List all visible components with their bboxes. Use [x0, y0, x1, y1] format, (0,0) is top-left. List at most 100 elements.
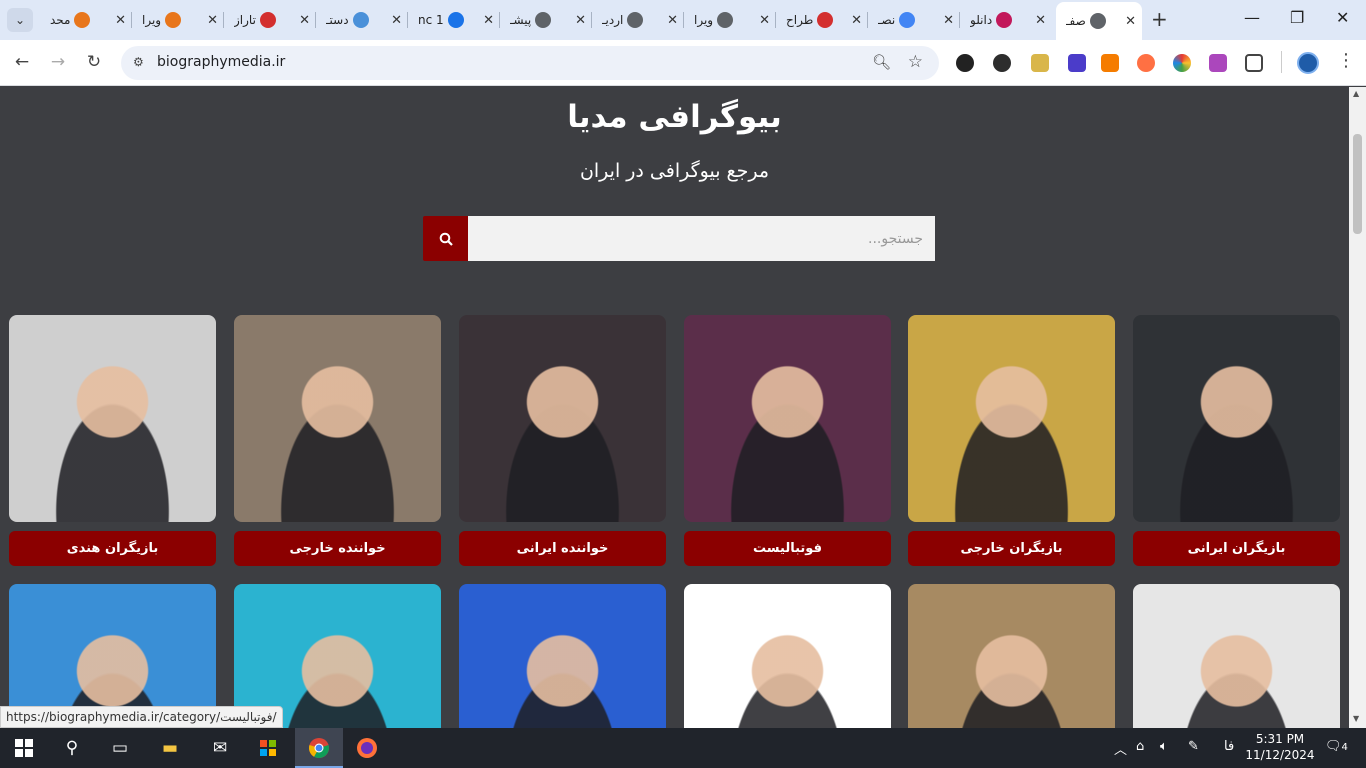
site-subtitle: مرجع بیوگرافی در ایران [579, 160, 770, 182]
profile-avatar[interactable] [1297, 52, 1319, 74]
store-icon[interactable] [256, 736, 280, 760]
search-taskbar-icon[interactable]: ⚲ [60, 736, 84, 760]
close-tab-icon[interactable]: ✕ [391, 13, 402, 28]
close-tab-icon[interactable]: ✕ [1035, 13, 1046, 28]
close-tab-icon[interactable]: ✕ [943, 13, 954, 28]
category-card[interactable] [908, 584, 1115, 728]
extensions-puzzle-icon[interactable] [1245, 54, 1263, 72]
search-icon [439, 232, 453, 246]
reload-button[interactable]: ↻ [83, 52, 105, 72]
category-card[interactable]: بازیگران ایرانی [1133, 315, 1340, 566]
category-photo[interactable] [908, 315, 1115, 522]
volume-icon[interactable]: 🔈︎ [1160, 739, 1168, 754]
site-info-icon[interactable]: ⚙ [133, 55, 149, 71]
category-photo[interactable] [459, 584, 666, 728]
category-card[interactable]: خواننده خارجی [234, 315, 441, 566]
loading-icon [447, 12, 464, 28]
show-hidden-icons[interactable]: ︿ [1114, 739, 1127, 758]
category-card[interactable]: بازیگران خارجی [908, 315, 1115, 566]
close-tab-icon[interactable]: ✕ [1125, 14, 1136, 29]
browser-tab[interactable]: طراح ✕ [776, 7, 868, 33]
category-button[interactable]: فوتبالیست [684, 531, 891, 566]
category-button[interactable]: بازیگران خارجی [908, 531, 1115, 566]
category-button[interactable]: خواننده ایرانی [459, 531, 666, 566]
clock[interactable]: 5:31 PM 11/12/2024 [1243, 731, 1317, 763]
pen-icon[interactable]: ✎ [1188, 739, 1199, 754]
k-extension-icon[interactable] [993, 54, 1011, 72]
category-card[interactable]: فوتبالیست [684, 315, 891, 566]
color-wheel-extension-icon[interactable] [1173, 54, 1191, 72]
back-button[interactable]: ← [11, 52, 33, 72]
close-tab-icon[interactable]: ✕ [667, 13, 678, 28]
address-bar[interactable]: ⚙ biographymedia.ir 🔍︎ ☆ [121, 46, 939, 80]
search-button[interactable] [423, 216, 468, 261]
close-tab-icon[interactable]: ✕ [299, 13, 310, 28]
bookmark-star-icon[interactable]: ☆ [908, 52, 923, 72]
url-text[interactable]: biographymedia.ir [157, 54, 285, 70]
category-photo[interactable] [234, 315, 441, 522]
category-photo[interactable] [459, 315, 666, 522]
browser-tab[interactable]: محد ✕ [40, 7, 132, 33]
category-button[interactable]: خواننده خارجی [234, 531, 441, 566]
close-tab-icon[interactable]: ✕ [115, 13, 126, 28]
firefox-icon[interactable] [355, 736, 379, 760]
search-input[interactable] [468, 216, 935, 261]
zoom-icon[interactable]: 🔍︎ [872, 53, 891, 71]
browser-tab[interactable]: نصـ ✕ [868, 7, 960, 33]
browser-tab[interactable]: صفـ ✕ [1056, 2, 1142, 40]
graduation-extension-icon[interactable] [1068, 54, 1086, 72]
browser-tab[interactable]: دستـ ✕ [316, 7, 408, 33]
page-scrollbar[interactable]: ▲ ▼ [1349, 87, 1366, 728]
browser-tab[interactable]: 1 nc ✕ [408, 7, 500, 33]
tab-search-button[interactable]: ⌄ [7, 8, 33, 32]
category-card[interactable]: بازیگران هندی [9, 315, 216, 566]
pencil-extension-icon[interactable] [1031, 54, 1049, 72]
new-tab-button[interactable]: + [1151, 9, 1168, 29]
task-view-icon[interactable]: ▭ [108, 736, 132, 760]
scroll-up-arrow[interactable]: ▲ [1353, 89, 1359, 98]
category-button[interactable]: بازیگران هندی [9, 531, 216, 566]
file-explorer-icon[interactable]: ▬ [158, 736, 182, 760]
windows-start-icon[interactable] [12, 736, 36, 760]
category-photo[interactable] [1133, 315, 1340, 522]
translate-extension-icon[interactable] [1101, 54, 1119, 72]
category-photo[interactable] [684, 315, 891, 522]
category-card[interactable]: خواننده ایرانی [459, 315, 666, 566]
network-icon[interactable]: ⌂ [1136, 739, 1144, 754]
chrome-icon[interactable] [307, 736, 331, 760]
category-card[interactable] [1133, 584, 1340, 728]
language-indicator[interactable]: فا [1224, 739, 1234, 754]
category-card[interactable] [684, 584, 891, 728]
browser-tab[interactable]: ویرا ✕ [132, 7, 224, 33]
notifications-icon[interactable]: 🗨︎4 [1325, 739, 1348, 754]
minimize-button[interactable]: — [1244, 8, 1260, 27]
category-card[interactable] [459, 584, 666, 728]
close-tab-icon[interactable]: ✕ [207, 13, 218, 28]
category-photo[interactable] [908, 584, 1115, 728]
browser-tab[interactable]: پیشـ ✕ [500, 7, 592, 33]
time-text: 5:31 PM [1255, 732, 1305, 746]
scroll-thumb[interactable] [1353, 134, 1362, 234]
maximize-button[interactable]: ❐ [1290, 8, 1304, 27]
browser-tab[interactable]: دانلو ✕ [960, 7, 1052, 33]
close-tab-icon[interactable]: ✕ [575, 13, 586, 28]
browser-tab[interactable]: ویرا ✕ [684, 7, 776, 33]
category-photo[interactable] [9, 315, 216, 522]
category-button[interactable]: بازیگران ایرانی [1133, 531, 1340, 566]
category-photo[interactable] [1133, 584, 1340, 728]
mail-icon[interactable]: ✉ [208, 736, 232, 760]
fox-extension-icon[interactable] [1137, 54, 1155, 72]
close-window-button[interactable]: ✕ [1336, 8, 1349, 27]
close-tab-icon[interactable]: ✕ [851, 13, 862, 28]
browser-tab[interactable]: اردیـ ✕ [592, 7, 684, 33]
seo-extension-icon[interactable] [956, 54, 974, 72]
site-title[interactable]: بیوگرافی مدیا [0, 99, 1349, 135]
category-photo[interactable] [684, 584, 891, 728]
scroll-down-arrow[interactable]: ▼ [1353, 714, 1359, 723]
browser-menu-icon[interactable]: ⋮ [1337, 50, 1355, 71]
forward-button[interactable]: → [47, 52, 69, 72]
close-tab-icon[interactable]: ✕ [483, 13, 494, 28]
pin-extension-icon[interactable] [1209, 54, 1227, 72]
browser-tab[interactable]: تاراز ✕ [224, 7, 316, 33]
close-tab-icon[interactable]: ✕ [759, 13, 770, 28]
